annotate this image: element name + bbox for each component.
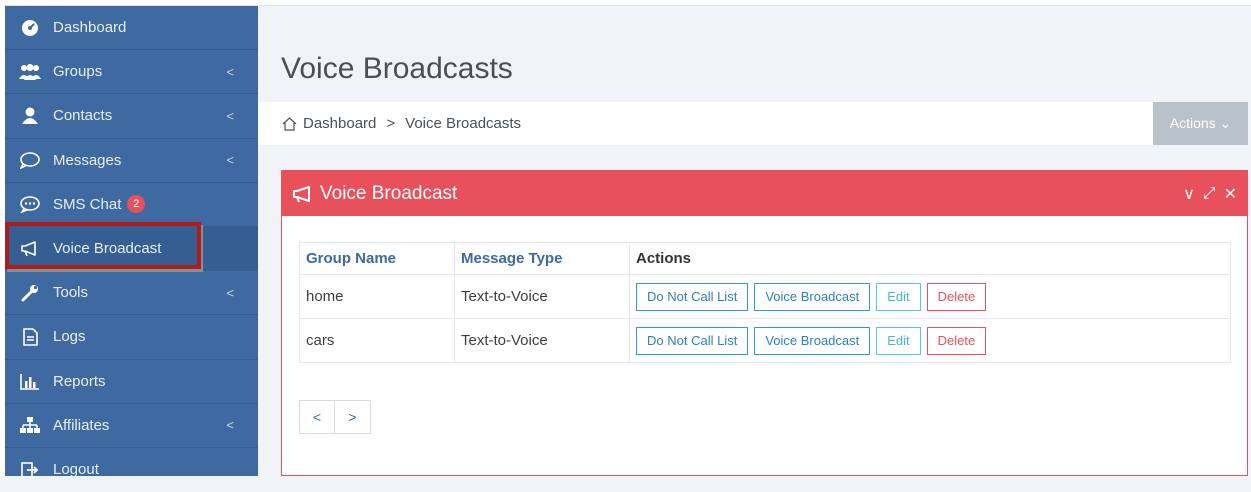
sidebar-item-label: Contacts xyxy=(53,107,113,125)
sidebar-item-affiliates[interactable]: Affiliates < xyxy=(5,404,258,448)
do-not-call-list-button[interactable]: Do Not Call List xyxy=(636,282,749,311)
sidebar-item-sms-chat[interactable]: SMS Chat 2 xyxy=(5,183,258,227)
delete-button[interactable]: Delete xyxy=(926,326,987,355)
edit-button[interactable]: Edit xyxy=(876,282,921,311)
panel-tools: ∨ ⤢ ✕ xyxy=(1183,171,1237,216)
voice-broadcast-button[interactable]: Voice Broadcast xyxy=(754,326,871,355)
table-header-row: Group Name Message Type Actions xyxy=(299,242,1231,275)
sidebar-item-contacts[interactable]: Contacts < xyxy=(5,94,258,139)
voice-broadcast-panel: Voice Broadcast ∨ ⤢ ✕ Group Name Message… xyxy=(281,170,1248,476)
megaphone-icon xyxy=(292,185,314,203)
sidebar-item-label: Messages xyxy=(53,151,122,169)
sidebar-item-label: Tools xyxy=(53,284,89,302)
cell-message-type: Text-to-Voice xyxy=(454,274,630,319)
broadcast-table: Group Name Message Type Actions home Tex… xyxy=(299,242,1231,363)
chevron-left-icon: < xyxy=(226,64,234,80)
chat-bubble-icon xyxy=(17,150,43,170)
sms-chat-icon xyxy=(17,194,43,214)
voice-broadcast-button[interactable]: Voice Broadcast xyxy=(754,282,871,311)
expand-icon[interactable]: ⤢ xyxy=(1203,185,1216,203)
breadcrumb-home-link[interactable]: Dashboard xyxy=(303,115,376,132)
sidebar-item-label: Logs xyxy=(53,328,86,346)
cell-actions: Do Not Call List Voice Broadcast Edit Delet… xyxy=(629,274,1231,319)
sidebar-item-label: SMS Chat xyxy=(53,195,122,213)
sidebar-item-logout[interactable]: Logout xyxy=(5,448,258,492)
sidebar-item-label: Dashboard xyxy=(53,19,127,37)
unread-count-badge: 2 xyxy=(127,195,146,214)
edit-button[interactable]: Edit xyxy=(876,326,921,355)
table-row: cars Text-to-Voice Do Not Call List Voice… xyxy=(299,318,1231,363)
panel-title: Voice Broadcast xyxy=(320,182,458,204)
sidebar-item-label: Groups xyxy=(53,63,103,81)
do-not-call-list-button[interactable]: Do Not Call List xyxy=(636,326,749,355)
active-item-highlight xyxy=(5,222,201,269)
sidebar-item-tools[interactable]: Tools < xyxy=(5,271,258,316)
pagination: < > xyxy=(299,400,371,434)
close-icon[interactable]: ✕ xyxy=(1224,184,1237,204)
chevron-left-icon: < xyxy=(226,417,234,433)
users-icon xyxy=(17,62,43,82)
logout-icon xyxy=(17,460,43,480)
home-icon[interactable] xyxy=(282,116,297,131)
panel-header: Voice Broadcast ∨ ⤢ ✕ xyxy=(282,171,1247,216)
previous-page-button[interactable]: < xyxy=(299,400,335,434)
wrench-icon xyxy=(17,283,43,303)
sidebar-item-dashboard[interactable]: Dashboard xyxy=(5,6,258,51)
table-row: home Text-to-Voice Do Not Call List Voice… xyxy=(299,274,1231,319)
cell-group-name: home xyxy=(299,274,455,319)
next-page-button[interactable]: > xyxy=(335,400,371,434)
sidebar-item-label: Reports xyxy=(53,372,106,390)
breadcrumb-current: Voice Broadcasts xyxy=(405,115,522,132)
cell-actions: Do Not Call List Voice Broadcast Edit Delet… xyxy=(629,318,1231,363)
chevron-left-icon: < xyxy=(226,285,234,301)
cell-message-type: Text-to-Voice xyxy=(454,318,630,363)
breadcrumb: Dashboard > Voice Broadcasts xyxy=(258,102,1153,145)
page-title: Voice Broadcasts xyxy=(281,52,513,85)
cell-group-name: cars xyxy=(299,318,455,363)
chevron-left-icon: < xyxy=(226,108,234,124)
sidebar-item-logs[interactable]: Logs xyxy=(5,315,258,360)
user-icon xyxy=(17,106,43,126)
chevron-left-icon: < xyxy=(226,152,234,168)
bar-chart-icon xyxy=(17,371,43,391)
dashboard-icon xyxy=(17,18,43,38)
sitemap-icon xyxy=(17,415,43,435)
sidebar-item-label: Affiliates xyxy=(53,416,110,434)
actions-dropdown-button[interactable]: Actions ⌄ xyxy=(1153,102,1248,145)
document-icon xyxy=(17,327,43,347)
column-header-group-name[interactable]: Group Name xyxy=(299,242,455,275)
delete-button[interactable]: Delete xyxy=(926,282,987,311)
sidebar-item-groups[interactable]: Groups < xyxy=(5,50,258,95)
column-header-actions: Actions xyxy=(629,242,1231,275)
collapse-icon[interactable]: ∨ xyxy=(1183,184,1195,204)
column-header-message-type[interactable]: Message Type xyxy=(454,242,630,275)
breadcrumb-separator: > xyxy=(386,115,396,132)
sidebar-item-reports[interactable]: Reports xyxy=(5,360,258,404)
sidebar-item-messages[interactable]: Messages < xyxy=(5,139,258,183)
